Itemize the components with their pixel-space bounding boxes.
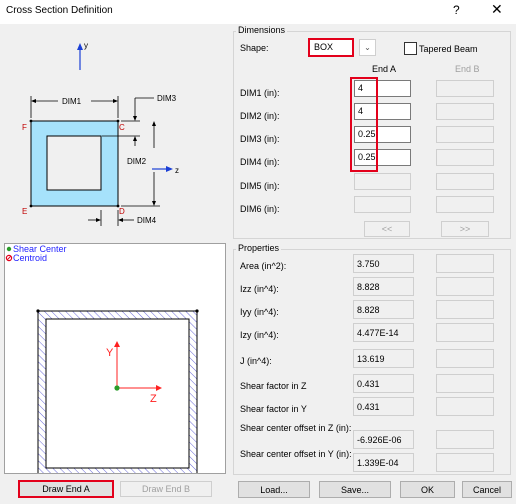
dim3-end-b-input <box>436 126 494 143</box>
dim6-row-label: DIM6 (in): <box>240 204 280 214</box>
cancel-button[interactable]: Cancel <box>462 481 512 498</box>
prop-izy-value: 4.477E-14 <box>353 323 414 342</box>
close-button[interactable]: ✕ <box>491 1 503 18</box>
dim5-end-a-input <box>354 173 411 190</box>
legend-centroid: Centroid <box>13 253 47 263</box>
dim3-label: DIM3 <box>157 94 177 103</box>
copy-to-end-a-button[interactable]: << <box>364 221 410 237</box>
prop-iyy-label: Iyy (in^4): <box>240 307 279 317</box>
prop-izy-label: Izy (in^4): <box>240 330 279 340</box>
box-wall-hatch <box>38 311 197 473</box>
draw-end-a-button[interactable]: Draw End A <box>18 480 114 498</box>
dimensions-group-label: Dimensions <box>236 25 288 35</box>
section-sketch: y z F C E D DIM1 DIM3 DIM2 DIM4 <box>4 26 226 240</box>
prop-offset-y-label: Shear center offset in Y (in): <box>240 449 352 459</box>
dim4-end-b-input <box>436 149 494 166</box>
draw-end-b-button[interactable]: Draw End B <box>120 481 212 497</box>
prop-shear-z-end-b <box>436 374 494 393</box>
sketch-y-label: y <box>84 41 88 50</box>
copy-to-end-b-button[interactable]: >> <box>441 221 489 237</box>
point-e-label: E <box>22 207 27 216</box>
end-a-header: End A <box>372 64 397 74</box>
dim2-end-a-input[interactable]: 4 <box>354 103 411 120</box>
prop-offset-y-end-b <box>436 453 494 472</box>
box-section-diagram: y z F C E D DIM1 DIM3 DIM2 DIM4 <box>22 41 179 226</box>
point-c-label: C <box>119 123 125 132</box>
prop-izy-end-b <box>436 323 494 342</box>
prop-offset-z-end-b <box>436 430 494 449</box>
prop-j-value: 13.619 <box>353 349 414 368</box>
prop-shear-y-value: 0.431 <box>353 397 414 416</box>
prop-area-value: 3.750 <box>353 254 414 273</box>
dim4-row-label: DIM4 (in): <box>240 157 280 167</box>
shape-select[interactable]: BOX <box>308 38 354 57</box>
window-title: Cross Section Definition <box>6 5 113 16</box>
dim2-end-b-input <box>436 103 494 120</box>
dim6-end-b-input <box>436 196 494 213</box>
point-f-label: F <box>22 123 27 132</box>
save-button[interactable]: Save... <box>319 481 391 498</box>
shape-dropdown-button[interactable]: ⌄ <box>359 39 376 56</box>
chevron-down-icon: ⌄ <box>364 43 371 52</box>
tapered-beam-label: Tapered Beam <box>419 44 478 54</box>
shape-label: Shape: <box>240 43 269 53</box>
prop-shear-y-label: Shear factor in Y <box>240 404 307 414</box>
shear-center-marker <box>6 246 12 252</box>
dim4-end-a-input[interactable]: 0.25 <box>354 149 411 166</box>
prop-offset-z-value: -6.926E-06 <box>353 430 414 449</box>
prop-j-end-b <box>436 349 494 368</box>
prop-iyy-value: 8.828 <box>353 300 414 319</box>
prop-area-end-b <box>436 254 494 273</box>
prop-shear-y-end-b <box>436 397 494 416</box>
load-button[interactable]: Load... <box>238 481 310 498</box>
preview-z-label: Z <box>150 393 157 405</box>
prop-j-label: J (in^4): <box>240 356 272 366</box>
prop-area-label: Area (in^2): <box>240 261 287 271</box>
box-inner <box>46 135 102 191</box>
dim5-end-b-input <box>436 173 494 190</box>
section-preview-drawing: Shear Center Centroid Y Z <box>5 244 199 473</box>
dim1-end-b-input <box>436 80 494 97</box>
prop-shear-z-label: Shear factor in Z <box>240 381 307 391</box>
sketch-z-label: z <box>175 166 179 175</box>
tapered-beam-checkbox[interactable] <box>404 42 417 55</box>
dim1-label: DIM1 <box>62 97 82 106</box>
ok-button[interactable]: OK <box>400 481 455 498</box>
dim3-row-label: DIM3 (in): <box>240 134 280 144</box>
preview-y-label: Y <box>106 347 114 359</box>
prop-izz-label: Izz (in^4): <box>240 284 279 294</box>
dim1-end-a-input[interactable]: 4 <box>354 80 411 97</box>
prop-izz-value: 8.828 <box>353 277 414 296</box>
preview-outer-edge <box>37 310 198 473</box>
preview-inner-edge <box>45 318 190 469</box>
preview-shear-center <box>114 385 120 391</box>
end-b-header: End B <box>455 64 480 74</box>
dim2-label: DIM2 <box>127 157 147 166</box>
section-preview: Shear Center Centroid Y Z <box>4 243 226 474</box>
dim3-end-a-input[interactable]: 0.25 <box>354 126 411 143</box>
prop-izz-end-b <box>436 277 494 296</box>
shape-select-value: BOX <box>314 42 334 52</box>
prop-shear-z-value: 0.431 <box>353 374 414 393</box>
prop-offset-y-value: 1.339E-04 <box>353 453 414 472</box>
point-d-label: D <box>119 207 125 216</box>
prop-offset-z-label: Shear center offset in Z (in): <box>240 423 352 433</box>
dim1-row-label: DIM1 (in): <box>240 88 280 98</box>
properties-group-label: Properties <box>236 243 282 253</box>
dim2-row-label: DIM2 (in): <box>240 111 280 121</box>
dim5-row-label: DIM5 (in): <box>240 181 280 191</box>
prop-iyy-end-b <box>436 300 494 319</box>
dim4-label: DIM4 <box>137 216 157 225</box>
dim6-end-a-input <box>354 196 411 213</box>
help-button[interactable]: ? <box>453 3 460 17</box>
